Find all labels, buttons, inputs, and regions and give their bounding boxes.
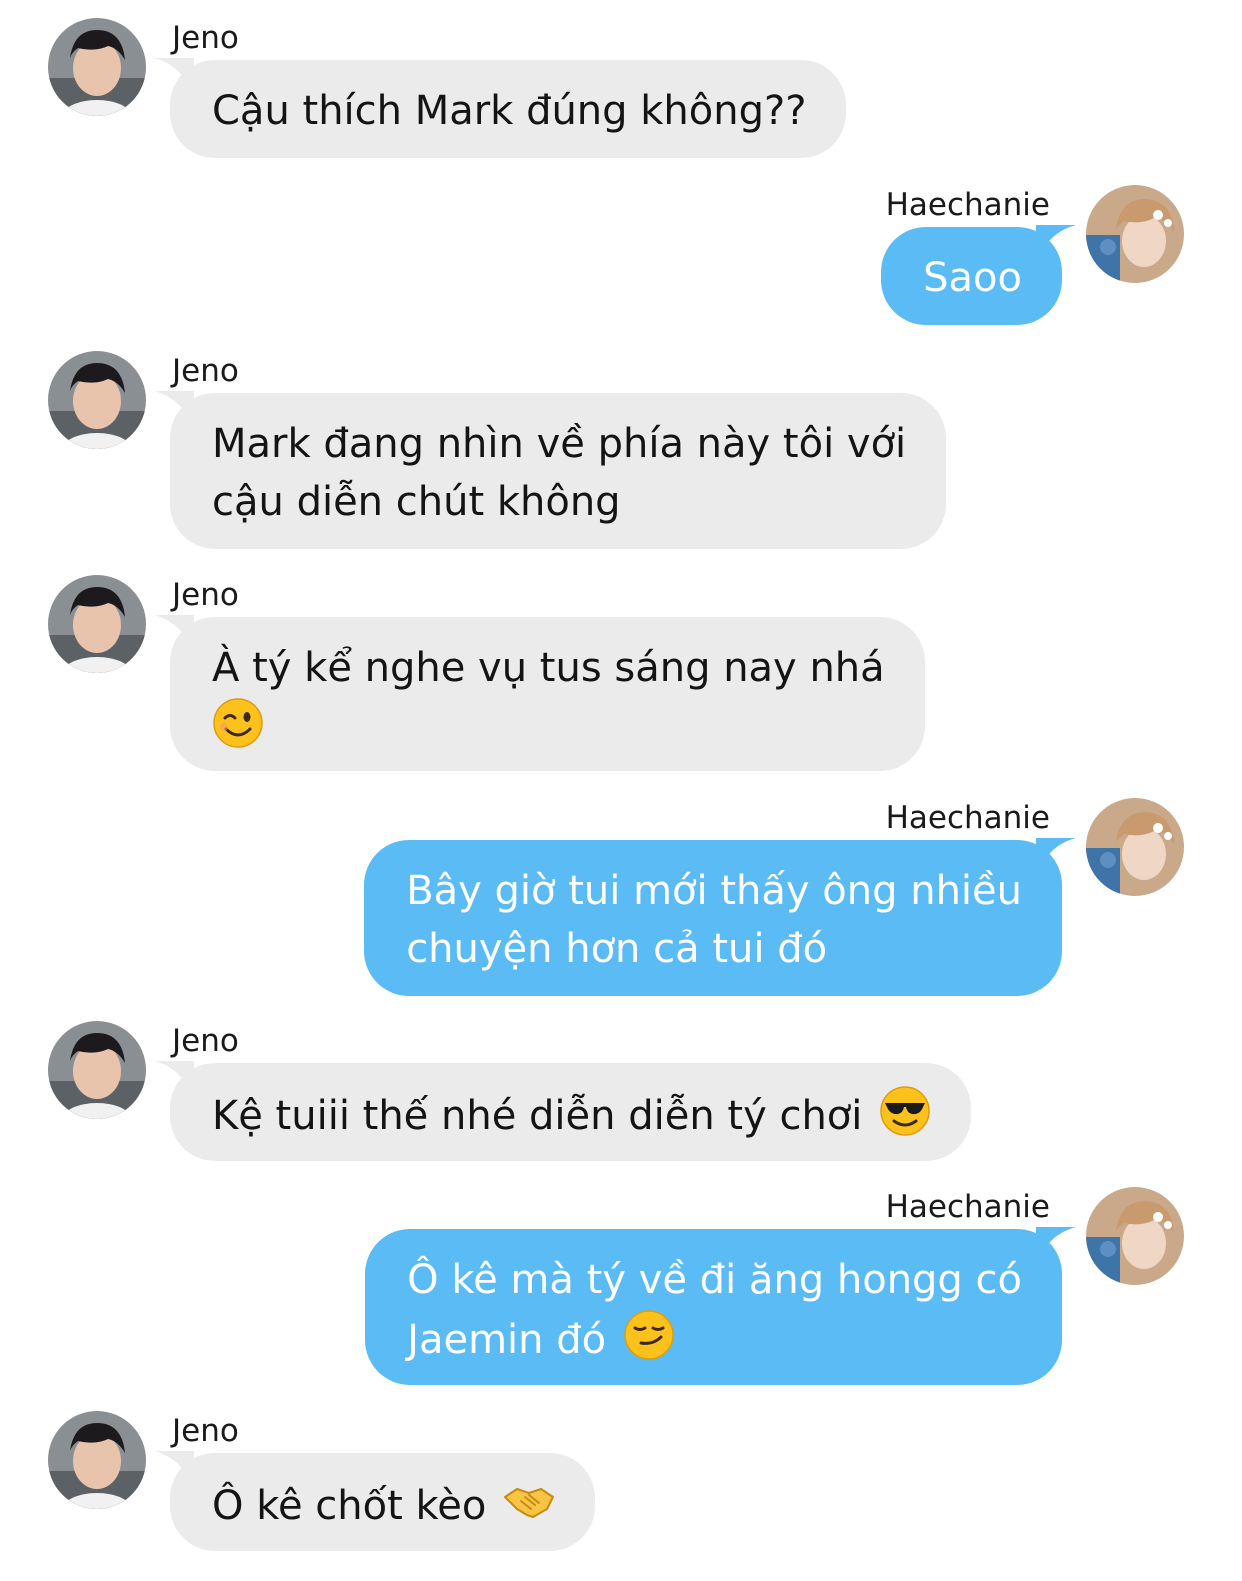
sender-name: Jeno (172, 20, 239, 56)
sender-name: Haechanie (885, 800, 1050, 836)
haechanie-avatar[interactable] (1086, 798, 1184, 896)
sender-name: Haechanie (885, 1189, 1050, 1225)
sender-name: Jeno (172, 353, 239, 389)
jeno-avatar[interactable] (48, 575, 146, 673)
sender-name: Jeno (172, 1413, 239, 1449)
jeno-avatar[interactable] (48, 1021, 146, 1119)
message-bubble[interactable]: Bây giờ tui mới thấy ông nhiều chuyện hơ… (364, 840, 1062, 996)
smirking-face-emoji (623, 1309, 675, 1361)
message-text: Ô kê mà tý về đi ăng hongg có Jaemin đó (407, 1257, 1022, 1363)
sender-name: Jeno (172, 1023, 239, 1059)
message-row: Haechanie Saoo (0, 185, 1242, 325)
smiling-face-with-sunglasses-emoji (879, 1085, 931, 1137)
haechanie-avatar[interactable] (1086, 1187, 1184, 1285)
message-row: Jeno Mark đang nhìn về phía này tôi với … (0, 351, 1242, 551)
message-text: À tý kể nghe vụ tus sáng nay nhá (212, 645, 885, 691)
message-text: Saoo (923, 255, 1022, 301)
message-row: Haechanie Bây giờ tui mới thấy ông nhiều… (0, 798, 1242, 998)
message-text: Ô kê chốt kèo (212, 1483, 500, 1529)
message-row: Jeno À tý kể nghe vụ tus sáng nay nhá (0, 575, 1242, 775)
message-row: Jeno Ô kê chốt kèo (0, 1411, 1242, 1561)
message-bubble[interactable]: Kệ tuiii thế nhé diễn diễn tý chơi (170, 1063, 972, 1161)
winking-face-emoji (212, 697, 264, 749)
message-text: Kệ tuiii thế nhé diễn diễn tý chơi (212, 1093, 876, 1139)
message-row: Jeno Cậu thích Mark đúng không?? (0, 18, 1242, 158)
message-text: Mark đang nhìn về phía này tôi với cậu d… (212, 421, 907, 525)
haechanie-avatar[interactable] (1086, 185, 1184, 283)
message-text: Bây giờ tui mới thấy ông nhiều chuyện hơ… (406, 868, 1022, 972)
sender-name: Jeno (172, 577, 239, 613)
message-row: Haechanie Ô kê mà tý về đi ăng hongg có … (0, 1187, 1242, 1387)
handshake-emoji (503, 1475, 555, 1527)
message-bubble[interactable]: Mark đang nhìn về phía này tôi với cậu d… (170, 393, 947, 549)
message-bubble[interactable]: Saoo (881, 227, 1062, 325)
jeno-avatar[interactable] (48, 351, 146, 449)
message-row: Jeno Kệ tuiii thế nhé diễn diễn tý chơi (0, 1021, 1242, 1161)
message-bubble[interactable]: Ô kê chốt kèo (170, 1453, 596, 1551)
message-bubble[interactable]: Ô kê mà tý về đi ăng hongg có Jaemin đó (365, 1229, 1062, 1385)
message-text: Cậu thích Mark đúng không?? (212, 88, 807, 134)
sender-name: Haechanie (885, 187, 1050, 223)
jeno-avatar[interactable] (48, 18, 146, 116)
message-bubble[interactable]: Cậu thích Mark đúng không?? (170, 60, 847, 158)
jeno-avatar[interactable] (48, 1411, 146, 1509)
message-bubble[interactable]: À tý kể nghe vụ tus sáng nay nhá (170, 617, 925, 771)
